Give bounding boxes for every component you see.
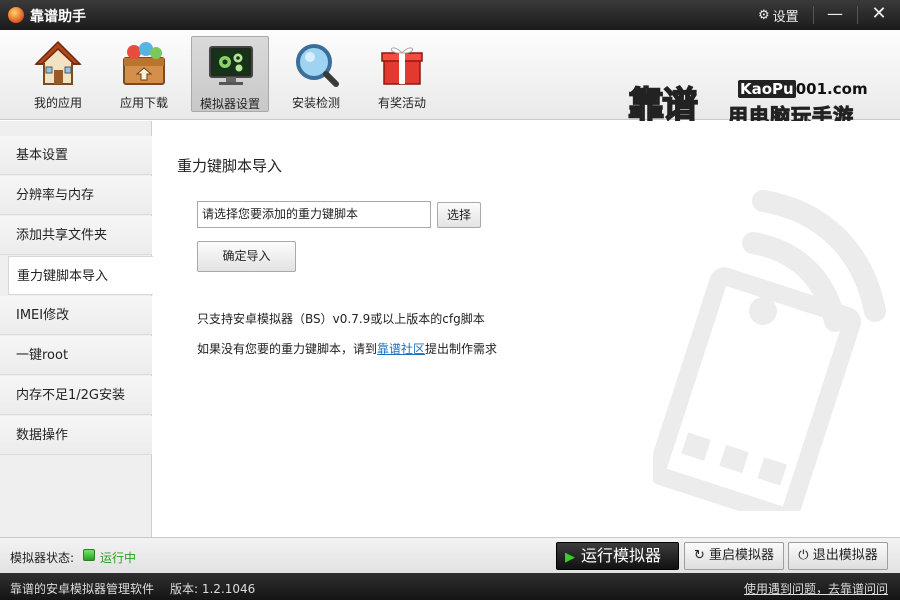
footer: 靠谱的安卓模拟器管理软件 版本: 1.2.1046 使用遇到问题，去靠谱问问	[0, 573, 900, 600]
minimize-icon[interactable]: —	[820, 0, 850, 30]
status-label: 模拟器状态:	[10, 551, 75, 565]
choose-file-button[interactable]: 选择	[437, 202, 481, 228]
script-file-input[interactable]: 请选择您要添加的重力键脚本	[197, 201, 431, 228]
divider	[813, 6, 814, 24]
toolbar-label: 有奖活动	[377, 96, 426, 110]
request-note: 如果没有您要的重力键脚本，请到靠谱社区提出制作需求	[197, 342, 498, 356]
divider	[857, 6, 858, 24]
gear-icon: ⚙	[758, 7, 770, 23]
power-icon: ⏻	[798, 548, 809, 563]
toolbar-label: 应用下载	[119, 96, 168, 110]
settings-button[interactable]: ⚙ 设置	[758, 6, 799, 25]
restart-emulator-button[interactable]: ↻ 重启模拟器	[684, 542, 784, 570]
settings-sidebar: 基本设置 分辨率与内存 添加共享文件夹 重力键脚本导入 IMEI修改 一键roo…	[0, 121, 153, 537]
confirm-import-button[interactable]: 确定导入	[197, 241, 296, 272]
main-toolbar: 我的应用 应用下载 模拟器设置 安装检测 有奖活动 靠谱 KaoPu 001.c…	[0, 30, 900, 129]
monitor-gears-icon	[209, 46, 253, 85]
restart-icon: ↻	[693, 548, 705, 563]
sidebar-item-resolution-memory[interactable]: 分辨率与内存	[0, 176, 152, 215]
app-description: 靠谱的安卓模拟器管理软件	[10, 582, 155, 596]
community-link[interactable]: 靠谱社区	[377, 342, 425, 356]
sidebar-item-shared-folder[interactable]: 添加共享文件夹	[0, 216, 152, 255]
run-emulator-button[interactable]: ▶ 运行模拟器	[556, 542, 679, 570]
sidebar-item-data-operations[interactable]: 数据操作	[0, 416, 152, 455]
toolbar-app-download[interactable]: 应用下载	[105, 36, 183, 112]
toolbar-label: 安装检测	[291, 96, 340, 110]
toolbar-emulator-settings[interactable]: 模拟器设置	[191, 36, 269, 112]
exit-emulator-button[interactable]: ⏻ 退出模拟器	[788, 542, 888, 570]
version-text: 版本: 1.2.1046	[170, 582, 256, 596]
support-note: 只支持安卓模拟器（BS）v0.7.9或以上版本的cfg脚本	[197, 312, 485, 326]
house-icon	[34, 40, 82, 85]
status-value: 运行中	[100, 551, 137, 565]
status-indicator-icon	[83, 549, 95, 561]
play-icon: ▶	[565, 550, 575, 565]
main-panel: 重力键脚本导入 请选择您要添加的重力键脚本 选择 确定导入 只支持安卓模拟器（B…	[153, 121, 900, 537]
toolbar-my-apps[interactable]: 我的应用	[19, 36, 97, 112]
brand-url: KaoPu 001.com	[738, 80, 868, 98]
title-bar: 靠谱助手 ⚙ 设置 — ✕	[0, 0, 900, 30]
sidebar-item-gravity-script-import[interactable]: 重力键脚本导入	[8, 256, 153, 295]
toolbar-label: 模拟器设置	[199, 97, 260, 111]
sidebar-item-root[interactable]: 一键root	[0, 336, 152, 375]
app-logo-icon	[8, 7, 24, 23]
page-title: 重力键脚本导入	[177, 157, 283, 175]
help-link[interactable]: 使用遇到问题，去靠谱问问	[744, 580, 888, 597]
gift-icon	[381, 47, 423, 85]
download-box-icon	[123, 42, 165, 85]
toolbar-label: 我的应用	[33, 96, 82, 110]
phone-signal-watermark-icon	[653, 190, 886, 511]
magnifier-icon	[296, 44, 339, 87]
sidebar-item-low-memory-install[interactable]: 内存不足1/2G安装	[0, 376, 152, 415]
close-icon[interactable]: ✕	[864, 0, 894, 30]
exit-label: 退出模拟器	[812, 548, 878, 563]
app-title: 靠谱助手	[30, 9, 86, 25]
status-bar: 模拟器状态: 运行中 ▶ 运行模拟器 ↻ 重启模拟器 ⏻ 退出模拟器	[0, 537, 900, 573]
sidebar-item-basic-settings[interactable]: 基本设置	[0, 136, 152, 175]
run-label: 运行模拟器	[581, 546, 662, 565]
toolbar-install-check[interactable]: 安装检测	[277, 36, 355, 112]
toolbar-rewards[interactable]: 有奖活动	[363, 36, 441, 112]
restart-label: 重启模拟器	[709, 548, 775, 563]
sidebar-item-imei[interactable]: IMEI修改	[0, 296, 152, 335]
settings-label: 设置	[772, 9, 799, 25]
